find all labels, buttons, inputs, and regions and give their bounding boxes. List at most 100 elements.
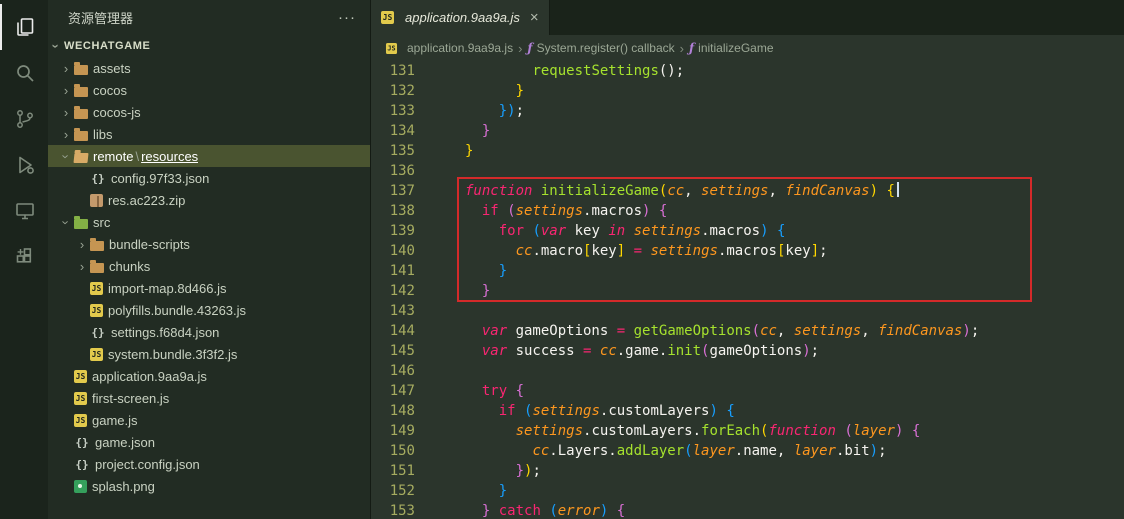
tree-item-application-9aa9a-js[interactable]: ›application.9aa9a.js: [48, 365, 370, 387]
tree-item-label: first-screen.js: [92, 390, 170, 406]
code-text: }: [498, 483, 508, 499]
tree-item-import-map-8d466-js[interactable]: ›import-map.8d466.js: [48, 277, 370, 299]
line-number: 132: [389, 83, 415, 99]
tree-item-label: settings.f68d4.json: [111, 324, 220, 340]
breadcrumb-item[interactable]: application.9aa9a.js: [385, 41, 513, 55]
chevron-down-icon: ›: [58, 153, 74, 159]
extensions-icon[interactable]: [0, 234, 48, 280]
code-line-131[interactable]: 131 requestSettings();: [371, 61, 1124, 81]
tree-item-label: bundle-scripts: [109, 236, 190, 252]
line-number: 133: [389, 103, 415, 119]
workspace-name: WECHATGAME: [64, 40, 151, 52]
code-line-143[interactable]: 143: [371, 301, 1124, 321]
search-icon[interactable]: [0, 50, 48, 96]
code-line-151[interactable]: 151 });: [371, 461, 1124, 481]
tree-item-label: assets: [93, 60, 131, 76]
explorer-icon[interactable]: [0, 4, 48, 50]
code-line-136[interactable]: 136: [371, 161, 1124, 181]
tree-item-project-config-json[interactable]: ›project.config.json: [48, 453, 370, 475]
chevron-right-icon: ›: [79, 258, 85, 274]
sidebar-header: 资源管理器 ···: [48, 0, 370, 35]
code-text: });: [498, 103, 525, 119]
code-line-139[interactable]: 139 for (var key in settings.macros) {: [371, 221, 1124, 241]
code-line-147[interactable]: 147 try {: [371, 381, 1124, 401]
tree-item-game-json[interactable]: ›game.json: [48, 431, 370, 453]
code-line-146[interactable]: 146: [371, 361, 1124, 381]
code-line-137[interactable]: 137 function initializeGame(cc, settings,…: [371, 181, 1124, 201]
code-lines: 131 requestSettings(); 132 } 133 }); 134 } 1…: [371, 61, 1124, 519]
tree-item-label: config.97f33.json: [111, 170, 210, 186]
tree-item-polyfills-bundle-43263-js[interactable]: ›polyfills.bundle.43263.js: [48, 299, 370, 321]
line-number: 143: [389, 303, 415, 319]
json-icon: [74, 456, 90, 472]
chevron-right-icon: ›: [63, 104, 69, 120]
code-line-148[interactable]: 148 if (settings.customLayers) {: [371, 401, 1124, 421]
tab-application-js[interactable]: application.9aa9a.js ×: [371, 0, 550, 35]
line-number: 153: [389, 503, 415, 519]
code-line-132[interactable]: 132 }: [371, 81, 1124, 101]
code-text: try {: [481, 383, 525, 399]
run-debug-icon[interactable]: [0, 142, 48, 188]
editor-group: application.9aa9a.js × application.9aa9a…: [371, 0, 1124, 519]
code-text: cc.macro[key] = settings.macros[key];: [515, 243, 828, 259]
code-line-150[interactable]: 150 cc.Layers.addLayer(layer.name, layer…: [371, 441, 1124, 461]
code-line-149[interactable]: 149 settings.customLayers.forEach(functi…: [371, 421, 1124, 441]
code-line-134[interactable]: 134 }: [371, 121, 1124, 141]
breadcrumb-separator: ›: [679, 40, 684, 56]
chevron-down-icon: ›: [58, 219, 74, 225]
tree-item-label: remote \ resources: [93, 148, 199, 164]
workspace-header[interactable]: › WECHATGAME: [48, 35, 370, 57]
tree-item-libs[interactable]: › libs: [48, 123, 370, 145]
tree-item-src[interactable]: › src: [48, 211, 370, 233]
tree-item-assets[interactable]: › assets: [48, 57, 370, 79]
tree-item-config-97f33-json[interactable]: ›config.97f33.json: [48, 167, 370, 189]
code-editor[interactable]: 131 requestSettings(); 132 } 133 }); 134 } 1…: [371, 61, 1124, 519]
tree-item-first-screen-js[interactable]: ›first-screen.js: [48, 387, 370, 409]
close-icon[interactable]: ×: [530, 9, 539, 26]
js-icon: [90, 347, 103, 361]
code-line-152[interactable]: 152 }: [371, 481, 1124, 501]
line-number: 141: [389, 263, 415, 279]
code-text: });: [515, 463, 541, 479]
code-line-153[interactable]: 153 } catch (error) {: [371, 501, 1124, 519]
breadcrumb-item[interactable]: initializeGame: [689, 41, 773, 55]
source-control-icon[interactable]: [0, 96, 48, 142]
tree-item-system-bundle-3f3f2-js[interactable]: ›system.bundle.3f3f2.js: [48, 343, 370, 365]
code-text: }: [465, 143, 474, 159]
breadcrumb-item[interactable]: System.register() callback: [527, 41, 675, 55]
line-number: 144: [389, 323, 415, 339]
line-number: 146: [389, 363, 415, 379]
tree-item-splash-png[interactable]: ›splash.png: [48, 475, 370, 497]
tree-item-game-js[interactable]: ›game.js: [48, 409, 370, 431]
tab-label: application.9aa9a.js: [405, 10, 520, 25]
chevron-right-icon: ›: [63, 126, 69, 142]
tree-item-label: res.ac223.zip: [108, 192, 186, 208]
tree-item-label: polyfills.bundle.43263.js: [108, 302, 247, 318]
folder-icon: [74, 127, 88, 141]
tree-item-remote[interactable]: › remote \ resources: [48, 145, 370, 167]
js-icon: [90, 303, 103, 317]
remote-explorer-icon[interactable]: [0, 188, 48, 234]
code-text: } catch (error) {: [481, 503, 626, 519]
tree-item-cocos-js[interactable]: › cocos-js: [48, 101, 370, 123]
tree-item-chunks[interactable]: › chunks: [48, 255, 370, 277]
code-text: }: [481, 123, 491, 139]
code-line-145[interactable]: 145 var success = cc.game.init(gameOptio…: [371, 341, 1124, 361]
tree-item-label: libs: [93, 126, 113, 142]
tree-item-bundle-scripts[interactable]: › bundle-scripts: [48, 233, 370, 255]
code-line-141[interactable]: 141 }: [371, 261, 1124, 281]
code-line-144[interactable]: 144 var gameOptions = getGameOptions(cc,…: [371, 321, 1124, 341]
line-number: 139: [389, 223, 415, 239]
code-line-133[interactable]: 133 });: [371, 101, 1124, 121]
tree-item-settings-f68d4-json[interactable]: ›settings.f68d4.json: [48, 321, 370, 343]
breadcrumb-label: System.register() callback: [536, 41, 675, 55]
code-line-135[interactable]: 135}: [371, 141, 1124, 161]
code-line-142[interactable]: 142 }: [371, 281, 1124, 301]
tree-item-res-ac223-zip[interactable]: ›res.ac223.zip: [48, 189, 370, 211]
more-actions-icon[interactable]: ···: [338, 9, 356, 26]
code-line-138[interactable]: 138 if (settings.macros) {: [371, 201, 1124, 221]
code-line-140[interactable]: 140 cc.macro[key] = settings.macros[key]…: [371, 241, 1124, 261]
tree-item-label: application.9aa9a.js: [92, 368, 207, 384]
tree-item-cocos[interactable]: › cocos: [48, 79, 370, 101]
code-text: requestSettings();: [532, 63, 685, 79]
